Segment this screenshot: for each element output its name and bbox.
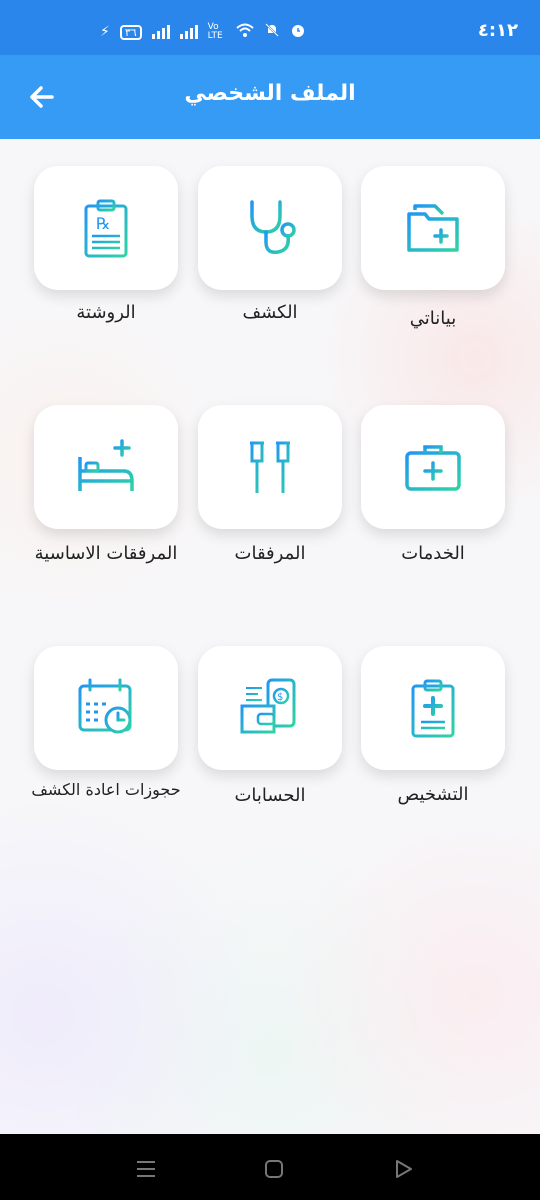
crutches-icon	[246, 441, 296, 493]
page-title: الملف الشخصي	[184, 81, 356, 106]
menu-label-services: الخدمات	[401, 543, 465, 564]
folder-plus-icon	[407, 204, 459, 252]
status-icons: ⚡ ٣٦ Vo LTE	[100, 22, 306, 42]
prescription-icon: ℞	[84, 199, 128, 258]
hospital-bed-icon	[78, 439, 134, 491]
system-nav-bar	[0, 1134, 540, 1200]
menu-tile-services[interactable]	[361, 405, 505, 529]
wifi-icon	[236, 23, 254, 41]
wallet-phone-icon: $	[240, 678, 296, 734]
menu-tile-attachments[interactable]	[198, 405, 342, 529]
status-time: ٤:١٢	[477, 20, 518, 41]
menu-label-basic-attachments: المرفقات الاساسية	[34, 543, 178, 564]
svg-text:$: $	[277, 692, 283, 703]
menu-tile-basic-attachments[interactable]	[34, 405, 178, 529]
back-nav-button[interactable]	[390, 1156, 416, 1182]
signal-icon-2	[179, 25, 198, 39]
menu-tile-my-data[interactable]	[361, 166, 505, 290]
mute-icon	[264, 22, 280, 42]
battery-level: ٣٦	[124, 25, 137, 39]
menu-label-accounts: الحسابات	[234, 785, 306, 806]
clipboard-cross-icon	[411, 679, 455, 738]
menu-label-my-data: بياناتي	[409, 308, 457, 329]
menu-label-prescription: الروشتة	[76, 302, 136, 323]
status-bar: ⚡ ٣٦ Vo LTE ٤:١٢	[0, 0, 540, 55]
square-home-icon	[265, 1160, 283, 1178]
content-area: بياناتي الكشف ℞ الروشتة الخدمات المرفقات…	[0, 139, 540, 1134]
alarm-icon	[290, 22, 306, 42]
menu-tile-diagnosis[interactable]	[361, 646, 505, 770]
menu-tile-accounts[interactable]: $	[198, 646, 342, 770]
medical-kit-icon	[405, 445, 461, 491]
volte-icon: Vo LTE	[207, 22, 223, 41]
charging-icon: ⚡	[100, 24, 110, 40]
menu-lines-icon	[137, 1161, 155, 1177]
menu-label-examination: الكشف	[242, 302, 298, 323]
calendar-clock-icon	[78, 678, 132, 734]
app-bar: الملف الشخصي	[0, 55, 540, 139]
triangle-back-icon	[396, 1160, 412, 1178]
menu-tile-prescription[interactable]: ℞	[34, 166, 178, 290]
menu-label-attachments: المرفقات	[234, 543, 306, 564]
svg-text:℞: ℞	[96, 214, 110, 233]
menu-label-diagnosis: التشخيص	[397, 784, 469, 805]
menu-tile-examination[interactable]	[198, 166, 342, 290]
battery-icon: ٣٦	[119, 24, 142, 40]
menu-nav-button[interactable]	[133, 1156, 159, 1182]
menu-label-followup-bookings: حجوزات اعادة الكشف	[31, 780, 181, 799]
signal-icon	[151, 25, 170, 39]
home-nav-button[interactable]	[261, 1156, 287, 1182]
menu-tile-followup-bookings[interactable]	[34, 646, 178, 770]
stethoscope-icon	[250, 200, 296, 255]
